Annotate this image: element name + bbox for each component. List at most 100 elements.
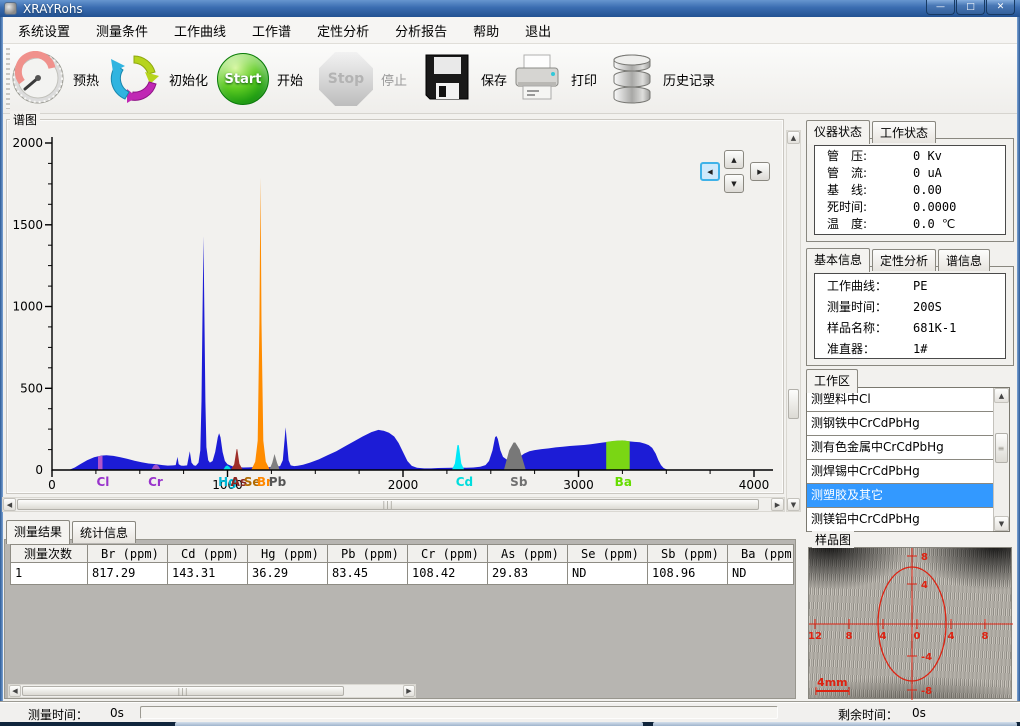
menu-item-6[interactable]: 分析报告 — [382, 17, 460, 44]
scroll-right-arrow-icon[interactable]: ▶ — [771, 498, 784, 511]
maximize-button[interactable]: □ — [956, 0, 985, 15]
table-scroll-left-icon[interactable]: ◀ — [9, 685, 21, 697]
field-label: 基 线: — [827, 182, 913, 199]
close-button[interactable]: ✕ — [986, 0, 1015, 15]
table-cell: 83.45 — [328, 563, 408, 585]
instrument-tab-2[interactable]: 工作状态 — [872, 121, 936, 143]
start-button[interactable]: Start 开始 — [217, 49, 303, 109]
pan-down-button[interactable]: ▼ — [724, 174, 744, 193]
svg-text:0: 0 — [35, 463, 43, 477]
work-area-tab: 工作区 — [806, 368, 858, 392]
field-value: 0.0 ℃ — [913, 216, 1005, 233]
chart-h-scroll-thumb[interactable]: ||| — [17, 499, 759, 510]
menu-item-8[interactable]: 退出 — [512, 17, 564, 44]
preheat-button[interactable]: 预热 — [11, 49, 99, 109]
refresh-arrows-icon — [107, 51, 161, 108]
window-border-left — [0, 17, 3, 722]
work-area-item-6[interactable]: 测镁铝中CrCdPbHg — [807, 508, 993, 532]
column-header: Cd (ppm) — [168, 544, 248, 563]
window-title: XRAYRohs — [23, 2, 83, 16]
work-area-item-3[interactable]: 测有色金属中CrCdPbHg — [807, 436, 993, 460]
Cd-peak — [452, 445, 465, 470]
menu-item-1[interactable]: 系统设置 — [5, 17, 83, 44]
field-value: 681K-1 — [913, 318, 1005, 339]
column-header: Se (ppm) — [568, 544, 648, 563]
scroll-down-arrow-icon[interactable]: ▼ — [787, 498, 800, 511]
Br-peak — [251, 177, 270, 470]
spectrum-series — [52, 236, 772, 470]
svg-text:8: 8 — [846, 631, 853, 642]
pan-right-button[interactable]: ▶ — [750, 162, 770, 181]
stop-label: 停止 — [381, 70, 407, 89]
title-bar[interactable]: XRAYRohs — □ ✕ — [0, 0, 1020, 17]
results-tab-1[interactable]: 测量结果 — [6, 520, 70, 544]
chart-v-scroll-thumb[interactable] — [788, 389, 799, 419]
table-cell: ND — [568, 563, 648, 585]
table-h-scrollbar[interactable]: ◀ ||| ▶ — [8, 684, 416, 698]
table-row[interactable]: 1817.29143.3136.2983.45108.4229.83ND108.… — [10, 563, 794, 585]
basicinfo-tab-2[interactable]: 定性分析 — [872, 249, 936, 271]
list-scroll-thumb[interactable]: ≡ — [995, 433, 1008, 463]
work-area-item-5[interactable]: 测塑胶及其它 — [807, 484, 993, 508]
list-scroll-down-icon[interactable]: ▼ — [994, 516, 1009, 531]
table-cell: 36.29 — [248, 563, 328, 585]
results-tab-2[interactable]: 统计信息 — [72, 521, 136, 543]
stop-button[interactable]: Stop 停止 — [319, 49, 407, 109]
menu-item-7[interactable]: 帮助 — [460, 17, 512, 44]
preheat-label: 预热 — [73, 70, 99, 89]
toolbar: 预热 初始化 Start 开始 Stop 停止 — [3, 44, 1017, 114]
menu-item-3[interactable]: 工作曲线 — [161, 17, 239, 44]
history-button[interactable]: 历史记录 — [609, 49, 715, 109]
instrument-status-fields: 管 压:0 Kv管 流:0 uA基 线:0.00死时间:0.0000温 度:0.… — [814, 145, 1006, 235]
scroll-left-arrow-icon[interactable]: ◀ — [3, 498, 16, 511]
menu-item-4[interactable]: 工作谱 — [239, 17, 304, 44]
list-scroll-up-icon[interactable]: ▲ — [994, 388, 1009, 403]
chart-v-scrollbar[interactable]: ▲ ▼ — [786, 130, 801, 512]
pan-up-button[interactable]: ▲ — [724, 150, 744, 169]
taskbar-button[interactable] — [653, 722, 1017, 726]
field-value: 0.0000 — [913, 199, 1005, 216]
info-row: 管 压:0 Kv — [815, 148, 1005, 165]
spectrum-chart[interactable]: 010002000300040000500100015002000ClCrHgA… — [10, 122, 782, 492]
menu-item-2[interactable]: 测量条件 — [83, 17, 161, 44]
svg-text:3000: 3000 — [563, 478, 594, 492]
table-scroll-thumb[interactable]: ||| — [22, 686, 344, 696]
app-icon — [4, 2, 17, 15]
results-table: 测量次数Br (ppm)Cd (ppm)Hg (ppm)Pb (ppm)Cr (… — [10, 544, 794, 585]
initialize-button[interactable]: 初始化 — [107, 49, 208, 109]
history-label: 历史记录 — [663, 70, 715, 89]
svg-text:0: 0 — [48, 478, 56, 492]
pan-left-button[interactable]: ◀ — [700, 162, 720, 181]
table-cell: 29.83 — [488, 563, 568, 585]
svg-text:-4: -4 — [921, 652, 932, 663]
save-button[interactable]: 保存 — [421, 49, 507, 109]
work-area-item-4[interactable]: 测焊锡中CrCdPbHg — [807, 460, 993, 484]
table-cell: 143.31 — [168, 563, 248, 585]
taskbar-button[interactable] — [175, 722, 643, 726]
menu-item-5[interactable]: 定性分析 — [304, 17, 382, 44]
scroll-up-arrow-icon[interactable]: ▲ — [787, 131, 800, 144]
taskbar-sliver — [0, 722, 1020, 726]
remaining-time-value: 0s — [912, 706, 926, 720]
work-area-item-2[interactable]: 测钢铁中CrCdPbHg — [807, 412, 993, 436]
instrument-tab-1[interactable]: 仪器状态 — [806, 120, 870, 144]
field-label: 管 流: — [827, 165, 913, 182]
save-label: 保存 — [481, 70, 507, 89]
element-label-Ba: Ba — [615, 475, 632, 489]
basicinfo-tab-3[interactable]: 谱信息 — [938, 249, 990, 271]
table-scroll-right-icon[interactable]: ▶ — [403, 685, 415, 697]
info-row: 样品名称：681K-1 — [815, 318, 1005, 339]
toolbar-gripper[interactable] — [6, 48, 10, 109]
minimize-button[interactable]: — — [926, 0, 955, 15]
basicinfo-tab-1[interactable]: 基本信息 — [806, 248, 870, 272]
field-label: 温 度: — [827, 216, 913, 233]
chart-h-scrollbar[interactable]: ◀ ||| ▶ — [2, 497, 785, 512]
svg-text:0: 0 — [914, 631, 921, 642]
workarea-tab-1[interactable]: 工作区 — [806, 369, 858, 393]
database-icon — [609, 50, 655, 109]
initialize-label: 初始化 — [169, 70, 208, 89]
work-area-scrollbar[interactable]: ▲ ≡ ▼ — [993, 388, 1009, 531]
start-icon: Start — [217, 53, 269, 105]
print-button[interactable]: 打印 — [511, 49, 597, 109]
field-label: 样品名称： — [827, 318, 913, 339]
